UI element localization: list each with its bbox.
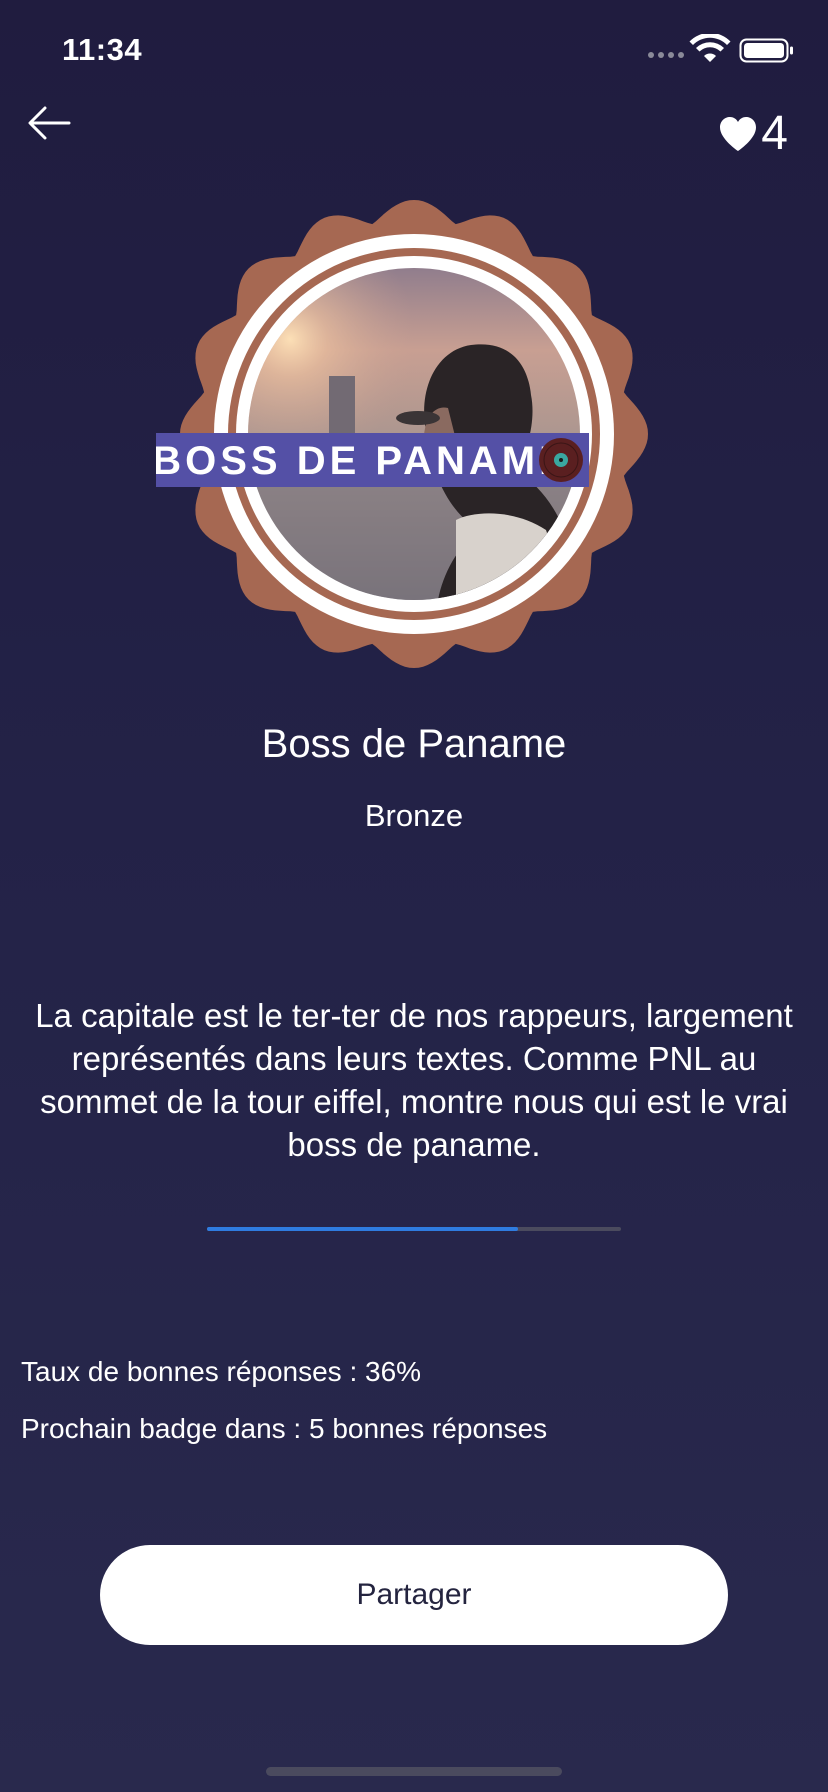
battery-icon bbox=[739, 38, 793, 63]
back-button[interactable] bbox=[22, 96, 76, 150]
badge-level: Bronze bbox=[364, 798, 464, 833]
progress-bar bbox=[207, 1227, 621, 1231]
status-bar: 11:34 bbox=[0, 0, 828, 100]
badge-description: La capitale est le ter-ter de nos rappeu… bbox=[35, 997, 793, 1163]
lives-counter: 4 bbox=[719, 106, 788, 162]
lives-count: 4 bbox=[761, 107, 788, 160]
badge-emblem: BOSS DE PANAME bbox=[156, 190, 672, 684]
badge-title: Boss de Paname bbox=[261, 722, 567, 766]
arrow-left-icon bbox=[28, 106, 71, 140]
badge-banner-text: BOSS DE PANAME bbox=[156, 439, 570, 483]
signal-icon bbox=[648, 52, 684, 58]
progress-fill bbox=[207, 1227, 518, 1231]
vinyl-icon bbox=[539, 438, 583, 482]
status-icons bbox=[648, 32, 794, 68]
share-button[interactable]: Partager bbox=[100, 1545, 728, 1645]
status-time: 11:34 bbox=[62, 32, 143, 67]
heart-icon bbox=[720, 117, 757, 151]
success-rate-text: Taux de bonnes réponses : 36% bbox=[21, 1356, 422, 1387]
home-indicator bbox=[266, 1767, 562, 1776]
next-badge-text: Prochain badge dans : 5 bonnes réponses bbox=[21, 1413, 548, 1444]
wifi-icon bbox=[689, 32, 731, 62]
